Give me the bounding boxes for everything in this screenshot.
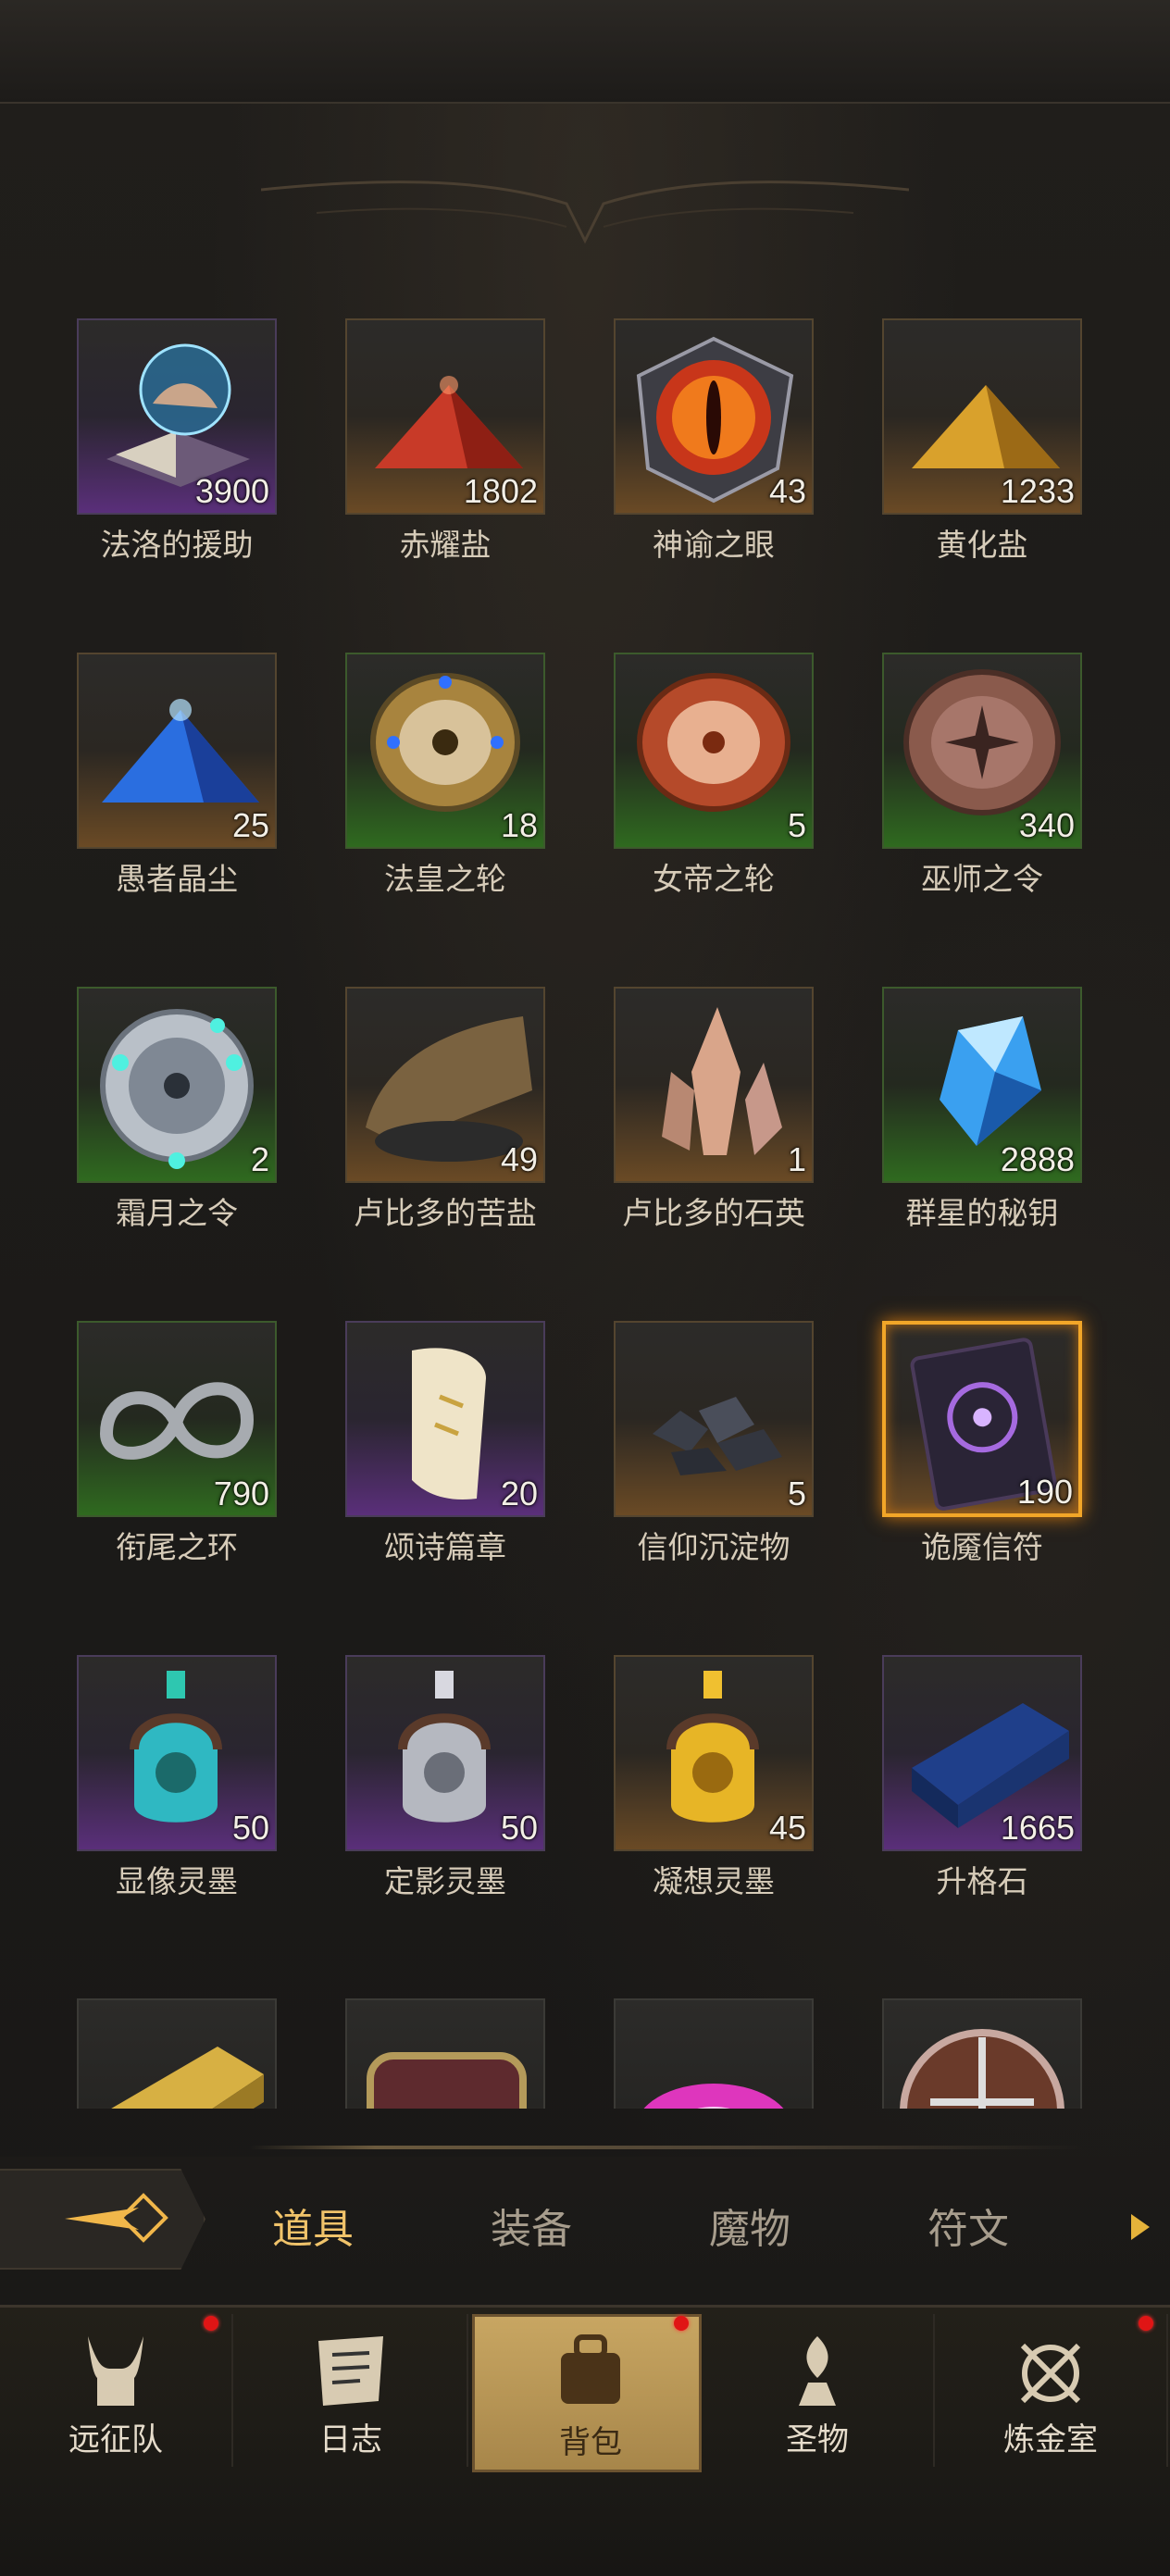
item-count: 50 [231, 1809, 269, 1847]
item-count: 3900 [194, 472, 269, 510]
inventory-item[interactable]: 790 衔尾之环 [0, 1308, 277, 1623]
top-ornament [261, 180, 909, 244]
item-slot[interactable]: 1 [614, 987, 814, 1183]
inventory-item[interactable] [0, 1985, 277, 2109]
item-slot[interactable]: 1665 [882, 1655, 1082, 1851]
item-count: 790 [213, 1475, 269, 1512]
tab-runes[interactable]: 符文 [927, 2196, 1009, 2255]
notification-dot [674, 2316, 689, 2331]
item-slot[interactable]: 5 [614, 1321, 814, 1517]
inventory-item[interactable]: 1665 升格石 [803, 1642, 1082, 1957]
alchemy-icon [1020, 2343, 1081, 2404]
notification-dot [204, 2316, 218, 2331]
item-count: 45 [768, 1809, 806, 1847]
horned-helmet-icon [88, 2336, 143, 2406]
item-slot[interactable]: 5 [614, 653, 814, 849]
inventory-item[interactable]: 20 颂诗篇章 [267, 1308, 545, 1623]
item-count: 1665 [1000, 1809, 1075, 1847]
nav-horned-helmet[interactable]: 远征队 [0, 2314, 233, 2467]
tab-divider [250, 2146, 1083, 2149]
item-count: 190 [1016, 1473, 1073, 1511]
inventory-item[interactable]: 25 愚者晶尘 [0, 640, 277, 954]
nav-backpack[interactable]: 背包 [472, 2314, 702, 2472]
item-slot[interactable]: 1802 [345, 318, 545, 515]
item-slot[interactable]: 45 [614, 1655, 814, 1851]
inventory-item[interactable]: 1233 黄化盐 [803, 305, 1082, 620]
item-slot[interactable]: 190 [882, 1321, 1082, 1517]
back-arrow-icon [65, 2193, 168, 2243]
item-count: 1802 [463, 472, 538, 510]
notification-dot [1139, 2316, 1153, 2331]
inventory-item[interactable]: 18 法皇之轮 [267, 640, 545, 954]
inventory-item[interactable]: 45 凝想灵墨 [535, 1642, 814, 1957]
inventory-item[interactable]: 50 显像灵墨 [0, 1642, 277, 1957]
inventory-item[interactable]: 340 巫师之令 [803, 640, 1082, 954]
item-slot[interactable]: 49 [345, 987, 545, 1183]
item-count: 20 [500, 1475, 538, 1512]
inventory-item[interactable]: 1 卢比多的石英 [535, 974, 814, 1288]
inventory-item[interactable]: 5 信仰沉淀物 [535, 1308, 814, 1623]
item-count: 50 [500, 1809, 538, 1847]
item-slot[interactable] [345, 1998, 545, 2109]
nav-label: 圣物 [786, 2421, 849, 2458]
inventory-item[interactable]: 49 卢比多的苦盐 [267, 974, 545, 1288]
top-frame [0, 0, 1170, 104]
inventory-item[interactable]: 190 诡魇信符 [803, 1308, 1082, 1623]
nav-label: 远征队 [68, 2421, 163, 2458]
item-slot[interactable]: 18 [345, 653, 545, 849]
item-count: 43 [768, 472, 806, 510]
tab-monsters[interactable]: 魔物 [709, 2196, 790, 2255]
inventory-item[interactable]: 3900 法洛的援助 [0, 305, 277, 620]
item-grid: 3900 法洛的援助 1802 赤耀盐 43 神谕之眼 1233 黄化盐 25 … [0, 305, 1170, 2109]
item-slot[interactable]: 50 [345, 1655, 545, 1851]
item-slot[interactable]: 340 [882, 653, 1082, 849]
inventory-item[interactable]: 5 女帝之轮 [535, 640, 814, 954]
item-name: 诡魇信符 [921, 1529, 1043, 1565]
tab-items[interactable]: 道具 [272, 2196, 354, 2255]
item-slot[interactable]: 1233 [882, 318, 1082, 515]
item-count: 340 [1018, 806, 1075, 844]
journal-icon [318, 2336, 383, 2406]
inventory-item[interactable]: 2888 群星的秘钥 [803, 974, 1082, 1288]
item-slot[interactable]: 20 [345, 1321, 545, 1517]
item-slot[interactable]: 3900 [77, 318, 277, 515]
item-slot[interactable] [614, 1998, 814, 2109]
item-slot[interactable]: 50 [77, 1655, 277, 1851]
inventory-item[interactable]: 50 定影灵墨 [267, 1642, 545, 1957]
nav-relic[interactable]: 圣物 [702, 2314, 935, 2467]
item-slot[interactable]: 790 [77, 1321, 277, 1517]
inventory-item[interactable] [803, 1985, 1082, 2109]
inventory-item[interactable]: 43 神谕之眼 [535, 305, 814, 620]
item-name: 黄化盐 [936, 527, 1028, 563]
tab-next-arrow-icon[interactable] [1131, 2214, 1150, 2240]
item-slot[interactable] [77, 1998, 277, 2109]
nav-label: 日志 [319, 2421, 382, 2458]
item-count: 2888 [1000, 1140, 1075, 1178]
nav-journal[interactable]: 日志 [235, 2314, 468, 2467]
item-name: 群星的秘钥 [905, 1195, 1059, 1231]
back-button[interactable] [0, 2169, 205, 2270]
inventory-item[interactable] [267, 1985, 545, 2109]
nav-label: 炼金室 [1003, 2421, 1098, 2458]
item-slot[interactable]: 2 [77, 987, 277, 1183]
item-slot[interactable] [882, 1998, 1082, 2109]
item-count: 25 [231, 806, 269, 844]
item-count: 49 [500, 1140, 538, 1178]
inventory-item[interactable]: 1802 赤耀盐 [267, 305, 545, 620]
item-count: 18 [500, 806, 538, 844]
item-name: 升格石 [936, 1863, 1028, 1899]
item-slot[interactable]: 25 [77, 653, 277, 849]
item-slot[interactable]: 2888 [882, 987, 1082, 1183]
inventory-item[interactable]: 2 霜月之令 [0, 974, 277, 1288]
backpack-icon [561, 2334, 620, 2404]
nav-alchemy[interactable]: 炼金室 [935, 2314, 1168, 2467]
tab-equipment[interactable]: 装备 [491, 2196, 572, 2255]
inventory-item[interactable] [535, 1985, 814, 2109]
nav-label: 背包 [559, 2424, 622, 2461]
item-count: 1233 [1000, 472, 1075, 510]
relic-icon [799, 2336, 836, 2406]
item-name: 巫师之令 [921, 861, 1043, 897]
item-slot[interactable]: 43 [614, 318, 814, 515]
